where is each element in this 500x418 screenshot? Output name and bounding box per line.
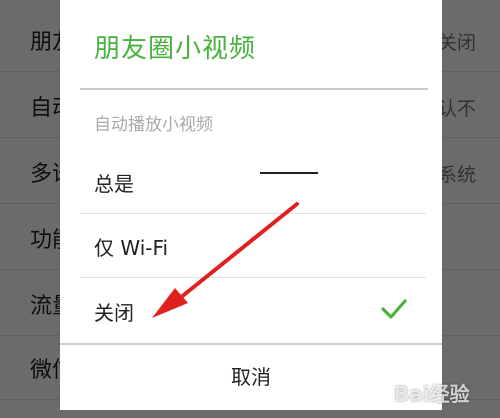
video-autoplay-dialog: 朋友圈小视频 自动播放小视频 总是 仅 Wi-Fi 关闭 取消 [60, 0, 442, 410]
option-label: 仅 Wi-Fi [94, 236, 169, 260]
option-off[interactable]: 关闭 [80, 279, 426, 343]
dialog-title: 朋友圈小视频 [94, 34, 257, 64]
cancel-button[interactable]: 取消 [60, 345, 442, 410]
option-divider [80, 277, 426, 278]
annotation-underline [260, 172, 318, 174]
title-divider [80, 88, 428, 90]
option-wifi-only[interactable]: 仅 Wi-Fi [80, 214, 426, 278]
option-always[interactable]: 总是 [80, 150, 426, 214]
checkmark-icon [381, 299, 407, 319]
option-label: 总是 [94, 172, 134, 196]
section-label: 自动播放小视频 [94, 115, 213, 135]
option-label: 关闭 [94, 301, 134, 325]
